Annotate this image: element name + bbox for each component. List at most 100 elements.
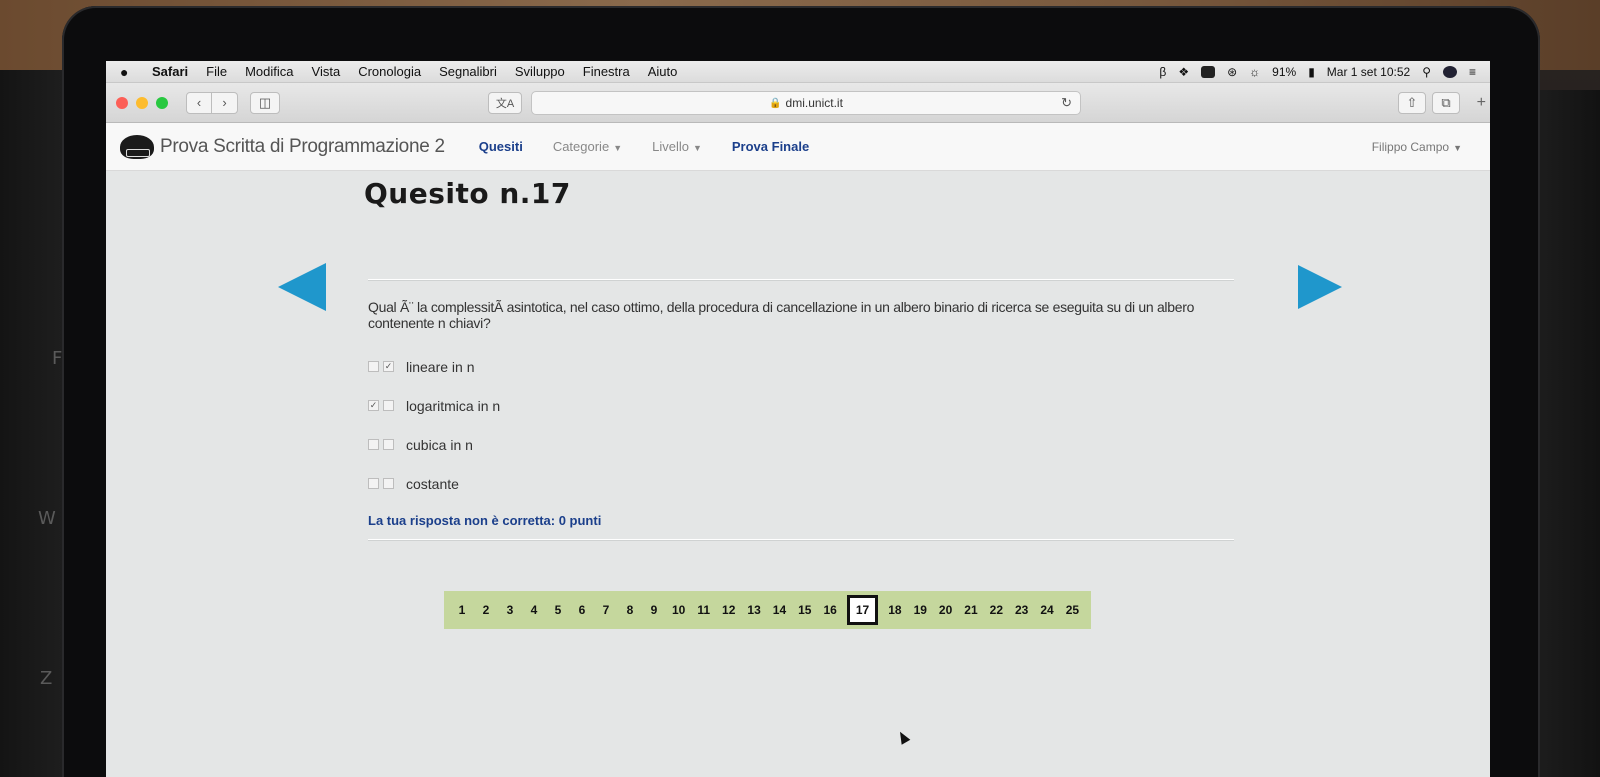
chevron-down-icon: ▼ (692, 143, 702, 153)
user-menu[interactable]: Filippo Campo ▼ (1372, 140, 1462, 154)
wifi-icon[interactable]: ☼ (1249, 65, 1260, 79)
page-link[interactable]: 1 (450, 595, 474, 625)
nav-categorie-label: Categorie (552, 139, 610, 154)
page-link[interactable]: 9 (642, 595, 666, 625)
brand-logo[interactable] (120, 134, 154, 159)
page-link[interactable]: 10 (666, 595, 691, 625)
answer-label: cubica in n (406, 436, 473, 453)
page-link[interactable]: 14 (767, 595, 792, 625)
question-pager: 1 2 3 4 5 6 7 8 9 10 11 12 13 14 15 16 17 18 19 20 21 22 23 24 2… (444, 591, 1092, 629)
page-link[interactable]: 4 (522, 595, 546, 625)
page-link[interactable]: 16 (817, 595, 842, 625)
notification-center-icon[interactable]: ≡ (1469, 65, 1476, 79)
address-bar[interactable]: 🔒 dmi.unict.it ↻ (531, 91, 1081, 115)
script-icon[interactable]: β (1159, 65, 1166, 79)
page-link[interactable]: 3 (498, 595, 522, 625)
translate-button[interactable]: 文A (488, 92, 522, 114)
page-link[interactable]: 15 (792, 595, 817, 625)
nav-categorie[interactable]: Categorie ▼ (553, 139, 622, 154)
question-text: Qual Ã¨ la complessitÃ asintotica, nel c… (368, 299, 1195, 331)
window-controls (116, 96, 168, 109)
show-tabs-button[interactable]: ⧉ (1432, 92, 1460, 114)
menu-vista[interactable]: Vista (312, 64, 341, 79)
page-link[interactable]: 19 (908, 595, 933, 625)
page-link[interactable]: 21 (958, 595, 983, 625)
page-link[interactable]: 23 (1009, 595, 1034, 625)
dropbox-icon[interactable]: ❖ (1178, 65, 1189, 79)
answer-checkbox[interactable]: ✓ (368, 400, 379, 411)
site-navbar: Prova Scritta di Programmazione 2 Quesit… (106, 123, 1490, 171)
mouse-cursor-icon (895, 729, 911, 745)
page-link-current[interactable]: 17 (846, 595, 879, 625)
menu-cronologia[interactable]: Cronologia (358, 64, 421, 79)
page-link[interactable]: 22 (984, 595, 1009, 625)
page-link[interactable]: 2 (474, 595, 498, 625)
nav-livello-label: Livello (652, 139, 689, 154)
page-link[interactable]: 7 (594, 595, 618, 625)
page-link[interactable]: 6 (570, 595, 594, 625)
battery-icon[interactable]: ▮ (1308, 65, 1315, 79)
macos-menubar: ● Safari File Modifica Vista Cronologia … (106, 61, 1490, 83)
menu-aiuto[interactable]: Aiuto (648, 64, 678, 79)
forward-button[interactable]: › (212, 91, 238, 114)
nav-prova-finale[interactable]: Prova Finale (732, 139, 809, 154)
battery-percent[interactable]: 91% (1272, 65, 1296, 79)
answer-checkbox[interactable] (368, 439, 379, 450)
page-link[interactable]: 24 (1034, 595, 1059, 625)
answer-label: lineare in n (406, 358, 475, 375)
key-z: Z (40, 668, 53, 689)
page-link[interactable]: 25 (1060, 595, 1085, 625)
menu-sviluppo[interactable]: Sviluppo (515, 64, 565, 79)
page-link[interactable]: 18 (882, 595, 907, 625)
zoom-window-button[interactable] (156, 96, 168, 109)
divider (368, 539, 1234, 540)
nav-quesiti[interactable]: Quesiti (479, 139, 523, 154)
page-link[interactable]: 5 (546, 595, 570, 625)
answer-checkbox[interactable] (368, 361, 379, 372)
lock-icon: 🔒 (769, 97, 782, 109)
page-link[interactable]: 20 (933, 595, 958, 625)
url-text: dmi.unict.it (785, 96, 843, 110)
page-link[interactable]: 12 (716, 595, 741, 625)
back-button[interactable]: ‹ (186, 91, 212, 114)
menubar-status-area: β ❖ ⊛ ☼ 91% ▮ Mar 1 set 10:52 ⚲ ≡ (1159, 65, 1476, 79)
share-button[interactable]: ⇧ (1398, 92, 1426, 114)
menu-segnalibri[interactable]: Segnalibri (439, 64, 497, 79)
nav-livello[interactable]: Livello ▼ (652, 139, 702, 154)
clock[interactable]: Mar 1 set 10:52 (1327, 65, 1410, 79)
key-w: W (38, 508, 56, 529)
previous-question-arrow-icon[interactable] (278, 263, 326, 311)
spotlight-icon[interactable]: ⚲ (1422, 65, 1431, 79)
answer-option[interactable]: ✓ lineare in n (368, 347, 500, 386)
page-link[interactable]: 13 (741, 595, 766, 625)
apple-icon[interactable]: ● (120, 64, 134, 80)
page-link[interactable]: 11 (691, 595, 716, 625)
menu-file[interactable]: File (206, 64, 227, 79)
sidebar-toggle-button[interactable]: ◫ (250, 91, 280, 114)
answer-label: costante (406, 475, 459, 492)
app-tray-icon[interactable] (1201, 65, 1216, 78)
reload-icon[interactable]: ↻ (1061, 95, 1072, 111)
correct-checkbox: ✓ (383, 361, 394, 372)
history-nav: ‹ › (186, 91, 238, 114)
answer-label: logaritmica in n (406, 397, 501, 414)
answer-option[interactable]: cubica in n (368, 425, 500, 464)
siri-icon[interactable] (1442, 65, 1457, 78)
safari-toolbar: ‹ › ◫ 文A 🔒 dmi.unict.it ↻ ⇧ ⧉ + (106, 83, 1490, 123)
answer-option[interactable]: costante (368, 464, 500, 503)
menu-safari[interactable]: Safari (152, 64, 188, 79)
page-link[interactable]: 8 (618, 595, 642, 625)
bluetooth-icon[interactable]: ⊛ (1227, 65, 1237, 79)
close-window-button[interactable] (116, 96, 128, 109)
quiz-content: Quesito n.17 Qual Ã¨ la complessitÃ asin… (106, 171, 1490, 777)
key-f: F (52, 348, 63, 369)
brand-title[interactable]: Prova Scritta di Programmazione 2 (160, 136, 445, 158)
menu-modifica[interactable]: Modifica (245, 64, 293, 79)
menu-finestra[interactable]: Finestra (583, 64, 630, 79)
answer-option[interactable]: ✓ logaritmica in n (368, 386, 500, 425)
result-message: La tua risposta non è corretta: 0 punti (368, 513, 602, 528)
next-question-arrow-icon[interactable] (1298, 265, 1342, 309)
new-tab-button[interactable]: + (1477, 94, 1486, 112)
minimize-window-button[interactable] (136, 96, 148, 109)
answer-checkbox[interactable] (368, 478, 379, 489)
